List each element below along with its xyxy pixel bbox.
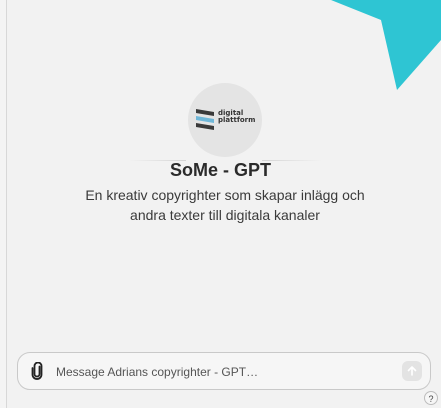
decorative-corner-shape — [331, 0, 441, 90]
gpt-title: SoMe - GPT — [169, 160, 271, 180]
logo-text-line2: plattform — [218, 116, 256, 124]
arrow-up-icon — [407, 366, 417, 376]
logo-wordmark: digital plattform — [218, 110, 255, 124]
paperclip-icon[interactable] — [30, 361, 44, 380]
gpt-description: En kreativ copyrighter som skapar inlägg… — [85, 187, 365, 223]
gpt-avatar: digital plattform — [188, 83, 262, 157]
send-button[interactable] — [402, 361, 422, 381]
digital-plattform-logo: digital plattform — [196, 107, 256, 131]
help-button[interactable]: ? — [424, 391, 438, 405]
message-composer — [17, 352, 431, 390]
logo-mark-icon — [196, 109, 214, 130]
message-input[interactable] — [54, 361, 388, 383]
